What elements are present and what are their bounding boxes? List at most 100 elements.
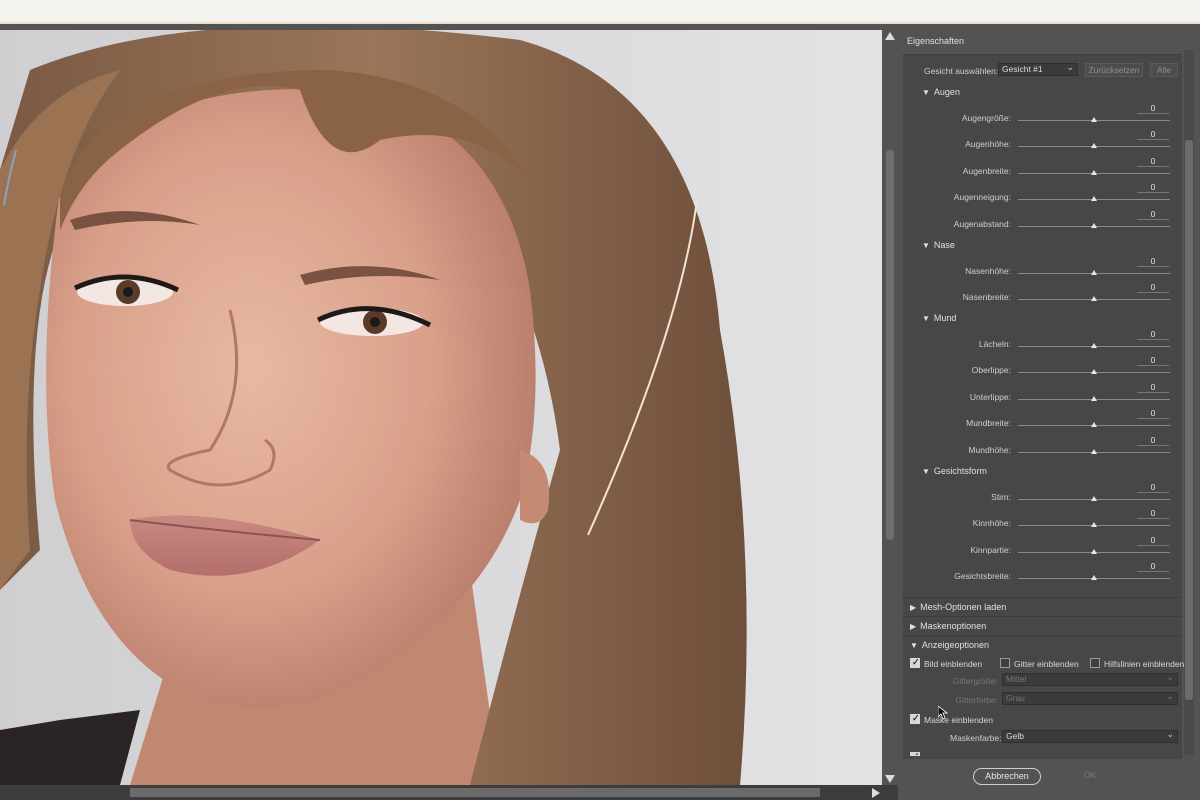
reset-button[interactable]: Zurücksetzen (1085, 63, 1143, 77)
slider-label: Kinnpartie: (970, 545, 1011, 555)
triangle-down-icon: ▼ (922, 88, 930, 97)
divider (903, 616, 1182, 617)
face-select-label: Gesicht auswählen: (924, 66, 999, 76)
face-select-dropdown[interactable]: Gesicht #1 (998, 62, 1078, 76)
grid-size-label: Gittergröße: (952, 676, 998, 686)
show-image-label: Bild einblenden (924, 659, 983, 669)
partial-checkbox[interactable] (910, 752, 920, 756)
grid-size-dropdown[interactable]: Mittel (1002, 672, 1178, 686)
section-mesh-options[interactable]: ▶ Mesh-Optionen laden (910, 602, 1006, 612)
cancel-button[interactable]: Abbrechen (973, 768, 1041, 785)
section-title: Gesichtsform (933, 466, 987, 476)
show-guides-label: Hilfslinien einblenden (1104, 659, 1185, 669)
ok-button[interactable]: OK (1078, 770, 1102, 784)
canvas-vertical-scrollbar[interactable] (882, 30, 898, 785)
slider-knob[interactable] (1091, 422, 1097, 427)
slider-label: Mundbreite: (966, 418, 1011, 428)
canvas-horizontal-scrollbar[interactable] (0, 785, 898, 800)
divider (903, 635, 1182, 636)
canvas-vscroll-thumb[interactable] (886, 150, 894, 540)
slider-label: Mundhöhe: (968, 445, 1011, 455)
slider-value-field[interactable]: 0 (1137, 482, 1169, 493)
slider-label: Augengröße: (961, 113, 1011, 123)
slider-value-field[interactable]: 0 (1137, 182, 1169, 193)
slider-value-field[interactable]: 0 (1137, 408, 1169, 419)
triangle-down-icon: ▼ (910, 641, 918, 650)
slider-label: Unterlippe: (969, 392, 1011, 402)
slider-value-field[interactable]: 0 (1137, 129, 1169, 140)
slider-knob[interactable] (1091, 143, 1097, 148)
slider-value-field[interactable]: 0 (1137, 209, 1169, 220)
slider-knob[interactable] (1091, 270, 1097, 275)
image-canvas[interactable] (0, 30, 882, 785)
show-grid-label: Gitter einblenden (1014, 659, 1079, 669)
panel-scroll-thumb[interactable] (1185, 140, 1193, 700)
mask-color-label: Maskenfarbe: (950, 733, 1002, 743)
slider-value-field[interactable]: 0 (1137, 508, 1169, 519)
slider-knob[interactable] (1091, 117, 1097, 122)
slider-value-field[interactable]: 0 (1137, 329, 1169, 340)
grid-color-label: Gitterfarbe: (955, 695, 998, 705)
grid-color-dropdown[interactable]: Grau (1002, 691, 1178, 705)
slider-label: Kinnhöhe: (972, 518, 1011, 528)
window-top-strip (0, 0, 1200, 24)
slider-knob[interactable] (1091, 575, 1097, 580)
divider (903, 597, 1182, 598)
section-1-header[interactable]: ▼ Nase (922, 240, 955, 250)
all-button[interactable]: Alle (1150, 63, 1178, 77)
slider-knob[interactable] (1091, 369, 1097, 374)
slider-value-field[interactable]: 0 (1137, 435, 1169, 446)
slider-knob[interactable] (1091, 196, 1097, 201)
section-title: Nase (933, 240, 955, 250)
triangle-down-icon: ▼ (922, 241, 930, 250)
triangle-right-icon: ▶ (910, 622, 917, 631)
panel-title: Eigenschaften (907, 36, 965, 46)
scroll-up-icon[interactable] (885, 32, 895, 40)
slider-knob[interactable] (1091, 343, 1097, 348)
portrait-photo (0, 30, 882, 785)
show-image-checkbox[interactable] (910, 657, 920, 668)
slider-value-field[interactable]: 0 (1137, 535, 1169, 546)
slider-label: Augenhöhe: (965, 139, 1011, 149)
section-mask-options[interactable]: ▶ Maskenoptionen (910, 621, 986, 631)
slider-knob[interactable] (1091, 170, 1097, 175)
show-mask-checkbox[interactable] (910, 713, 920, 724)
slider-value-field[interactable]: 0 (1137, 355, 1169, 366)
section-title: Mund (933, 313, 957, 323)
slider-knob[interactable] (1091, 549, 1097, 554)
slider-knob[interactable] (1091, 396, 1097, 401)
slider-value-field[interactable]: 0 (1137, 256, 1169, 267)
section-title: Augen (933, 87, 960, 97)
slider-label: Augenneigung: (953, 192, 1011, 202)
canvas-hscroll-thumb[interactable] (130, 788, 820, 797)
slider-knob[interactable] (1091, 223, 1097, 228)
show-guides-checkbox[interactable] (1090, 658, 1100, 668)
section-3-header[interactable]: ▼ Gesichtsform (922, 466, 987, 476)
section-2-header[interactable]: ▼ Mund (922, 313, 956, 323)
show-mask-label: Maske einblenden (924, 715, 993, 725)
slider-knob[interactable] (1091, 496, 1097, 501)
section-mask-title: Maskenoptionen (920, 621, 987, 631)
panel-scrollbar[interactable] (1184, 50, 1194, 755)
scroll-down-icon[interactable] (885, 775, 895, 783)
slider-label: Nasenbreite: (962, 292, 1011, 302)
slider-label: Lächeln: (978, 339, 1011, 349)
slider-value-field[interactable]: 0 (1137, 282, 1169, 293)
slider-value-field[interactable]: 0 (1137, 156, 1169, 167)
slider-knob[interactable] (1091, 522, 1097, 527)
slider-value-field[interactable]: 0 (1137, 103, 1169, 114)
slider-label: Nasenhöhe: (965, 266, 1011, 276)
mask-color-dropdown[interactable]: Gelb (1002, 729, 1178, 743)
slider-knob[interactable] (1091, 296, 1097, 301)
triangle-down-icon: ▼ (922, 314, 930, 323)
slider-value-field[interactable]: 0 (1137, 561, 1169, 572)
section-display-options[interactable]: ▼ Anzeigeoptionen (910, 640, 989, 650)
scroll-right-icon[interactable] (872, 788, 880, 798)
triangle-right-icon: ▶ (910, 603, 917, 612)
slider-label: Augenabstand: (953, 219, 1011, 229)
section-0-header[interactable]: ▼ Augen (922, 87, 960, 97)
section-display-title: Anzeigeoptionen (921, 640, 989, 650)
slider-knob[interactable] (1091, 449, 1097, 454)
show-grid-checkbox[interactable] (1000, 658, 1010, 668)
slider-value-field[interactable]: 0 (1137, 382, 1169, 393)
